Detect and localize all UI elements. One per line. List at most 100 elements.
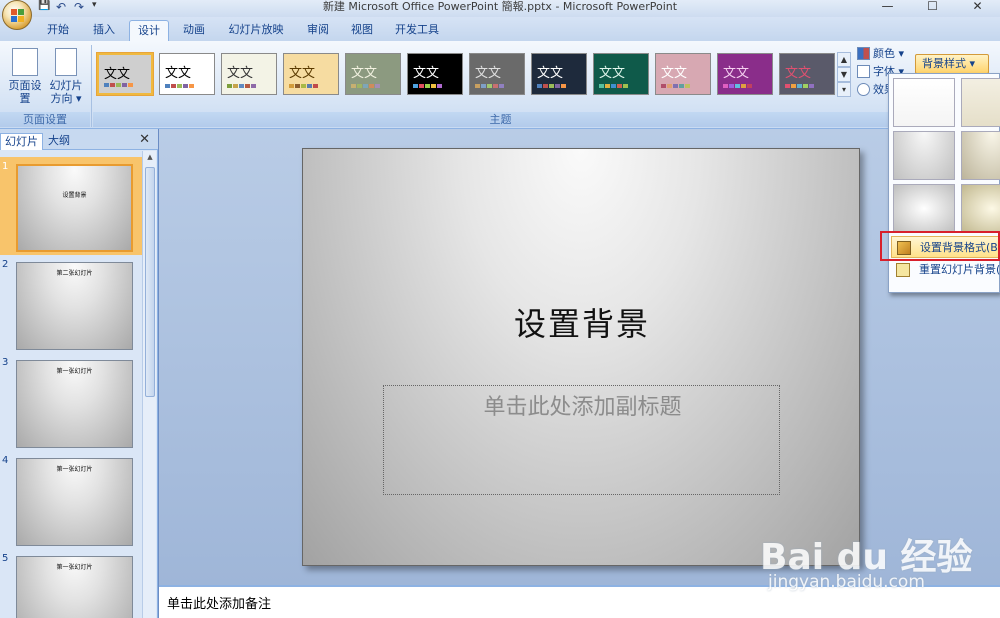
theme-thumbnail[interactable]: 文文 [221, 53, 277, 95]
page-setup-label: 页面设置 [8, 79, 42, 105]
slide-orientation-button[interactable]: 幻灯片 方向 ▾ [48, 48, 84, 105]
gallery-scroll-up[interactable]: ▲ [837, 52, 851, 67]
colors-icon [857, 47, 870, 60]
scroll-up-icon[interactable]: ▲ [144, 153, 156, 165]
theme-thumbnail[interactable]: 文文 [469, 53, 525, 95]
customize-qat-icon[interactable]: ▾ [92, 0, 104, 12]
theme-thumbnail[interactable]: 文文 [345, 53, 401, 95]
page-setup-icon [12, 48, 38, 76]
slide-thumbnail[interactable]: 第一张幻灯片 [16, 556, 133, 618]
background-styles-button[interactable]: 背景样式 ▾ [915, 54, 989, 74]
highlight-annotation [880, 231, 1000, 261]
slide-thumbnail-title: 设置背景 [62, 192, 87, 199]
thumbnails-scrollbar[interactable]: ▲ [142, 151, 156, 618]
subtitle-placeholder[interactable]: 单击此处添加副标题 [383, 385, 780, 495]
slide-thumbnail-row[interactable]: 3 第一张幻灯片 [0, 353, 142, 451]
slide-orientation-icon [55, 48, 77, 76]
gallery-scroll-down[interactable]: ▼ [837, 67, 851, 82]
slide-thumbnail-row[interactable]: 5 第一张幻灯片 [0, 549, 142, 618]
redo-icon[interactable]: ↷ [74, 0, 86, 14]
theme-color-bars [723, 84, 752, 88]
theme-thumbnail[interactable]: 文文 [717, 53, 773, 95]
slide-thumbnail-row[interactable]: 1 设置背景 [0, 157, 142, 255]
slide-number: 2 [2, 259, 9, 270]
close-panel-icon[interactable]: ✕ [139, 132, 150, 147]
ribbon-tabs: 开始 插入 设计 动画 幻灯片放映 审阅 视图 开发工具 [0, 17, 1000, 41]
theme-thumbnail[interactable]: 文文 [593, 53, 649, 95]
minimize-button[interactable]: — [865, 0, 910, 14]
theme-color-bars [165, 84, 194, 88]
orientation-label-1: 幻灯片 [49, 79, 83, 92]
theme-sample-text: 文文 [289, 66, 316, 81]
theme-thumbnail[interactable]: 文文 [283, 53, 339, 95]
tab-animations[interactable]: 动画 [174, 20, 214, 41]
slide-thumbnail[interactable]: 第一张幻灯片 [16, 458, 133, 546]
fonts-icon [857, 65, 870, 78]
slide-thumbnail[interactable]: 第二张幻灯片 [16, 262, 133, 350]
office-logo-icon [11, 9, 25, 23]
office-button[interactable] [2, 0, 32, 30]
theme-thumbnail[interactable]: 文文 [655, 53, 711, 95]
theme-sample-text: 文文 [599, 66, 626, 81]
theme-sample-text: 文文 [104, 67, 131, 82]
theme-sample-text: 文文 [227, 66, 254, 81]
tab-slides[interactable]: 幻灯片 [0, 133, 43, 150]
colors-label: 颜色 ▾ [873, 47, 905, 60]
tab-review[interactable]: 审阅 [298, 20, 338, 41]
slide-thumbnail-row[interactable]: 2 第二张幻灯片 [0, 255, 142, 353]
theme-sample-text: 文文 [723, 66, 750, 81]
background-style-swatch[interactable] [961, 184, 1000, 233]
effects-icon [857, 83, 870, 96]
slide-thumbnail[interactable]: 第一张幻灯片 [16, 360, 133, 448]
background-style-swatch[interactable] [961, 78, 1000, 127]
tab-view[interactable]: 视图 [342, 20, 382, 41]
theme-sample-text: 文文 [165, 66, 192, 81]
slide-thumbnail-title: 第二张幻灯片 [56, 270, 93, 277]
slide-thumbnails: 1 设置背景 2 第二张幻灯片 3 第一张幻灯片 4 第一张幻灯片 5 第一张幻灯片 [0, 151, 142, 618]
page-setup-button[interactable]: 页面设置 [4, 48, 46, 105]
tab-developer[interactable]: 开发工具 [388, 20, 446, 41]
undo-icon[interactable]: ↶ [56, 0, 68, 14]
background-style-swatch[interactable] [893, 184, 955, 233]
theme-sample-text: 文文 [413, 66, 440, 81]
theme-thumbnail[interactable]: 文文 [407, 53, 463, 95]
scrollbar-thumb[interactable] [145, 167, 155, 397]
tab-insert[interactable]: 插入 [84, 20, 124, 41]
slide-number: 4 [2, 455, 9, 466]
tab-home[interactable]: 开始 [38, 20, 78, 41]
theme-color-bars [537, 84, 566, 88]
slide-number: 3 [2, 357, 9, 368]
slide-thumbnail-row[interactable]: 4 第一张幻灯片 [0, 451, 142, 549]
theme-color-bars [351, 84, 380, 88]
theme-thumbnail[interactable]: 文文 [159, 53, 215, 95]
colors-button[interactable]: 颜色 ▾ [857, 45, 904, 62]
gallery-more[interactable]: ▾ [837, 82, 851, 97]
maximize-button[interactable]: ☐ [910, 0, 955, 14]
tab-outline[interactable]: 大纲 [44, 133, 74, 150]
slide-canvas[interactable]: 设置背景 单击此处添加副标题 [302, 148, 860, 566]
background-style-swatch[interactable] [893, 131, 955, 180]
background-style-swatch[interactable] [961, 131, 1000, 180]
close-button[interactable]: ✕ [955, 0, 1000, 14]
slides-panel: 幻灯片 大纲 ✕ 1 设置背景 2 第二张幻灯片 3 第一张幻灯片 4 第一张幻灯片 5 第一张幻… [0, 129, 158, 618]
theme-color-bars [661, 84, 690, 88]
theme-color-bars [475, 84, 504, 88]
slide-thumbnail-title: 第一张幻灯片 [56, 368, 93, 375]
theme-sample-text: 文文 [785, 66, 812, 81]
theme-thumbnail[interactable]: 文文 [779, 53, 835, 95]
theme-color-bars [227, 84, 256, 88]
slide-title[interactable]: 设置背景 [303, 299, 861, 345]
slide-thumbnail[interactable]: 设置背景 [16, 164, 133, 252]
theme-thumbnail[interactable]: 文文 [97, 53, 153, 95]
tab-design[interactable]: 设计 [129, 20, 169, 41]
theme-thumbnail[interactable]: 文文 [531, 53, 587, 95]
reset-background-menu-item[interactable]: 重置幻灯片背景(R) [891, 259, 1000, 281]
background-style-swatch[interactable] [893, 78, 955, 127]
tab-slideshow[interactable]: 幻灯片放映 [222, 20, 290, 41]
save-icon[interactable]: 💾 [38, 0, 50, 12]
baidu-watermark: Bai du 经验 jingyan.baidu.com [760, 520, 990, 600]
slide-number: 5 [2, 553, 9, 564]
group-divider [91, 45, 92, 127]
theme-sample-text: 文文 [537, 66, 564, 81]
theme-color-bars [289, 84, 318, 88]
